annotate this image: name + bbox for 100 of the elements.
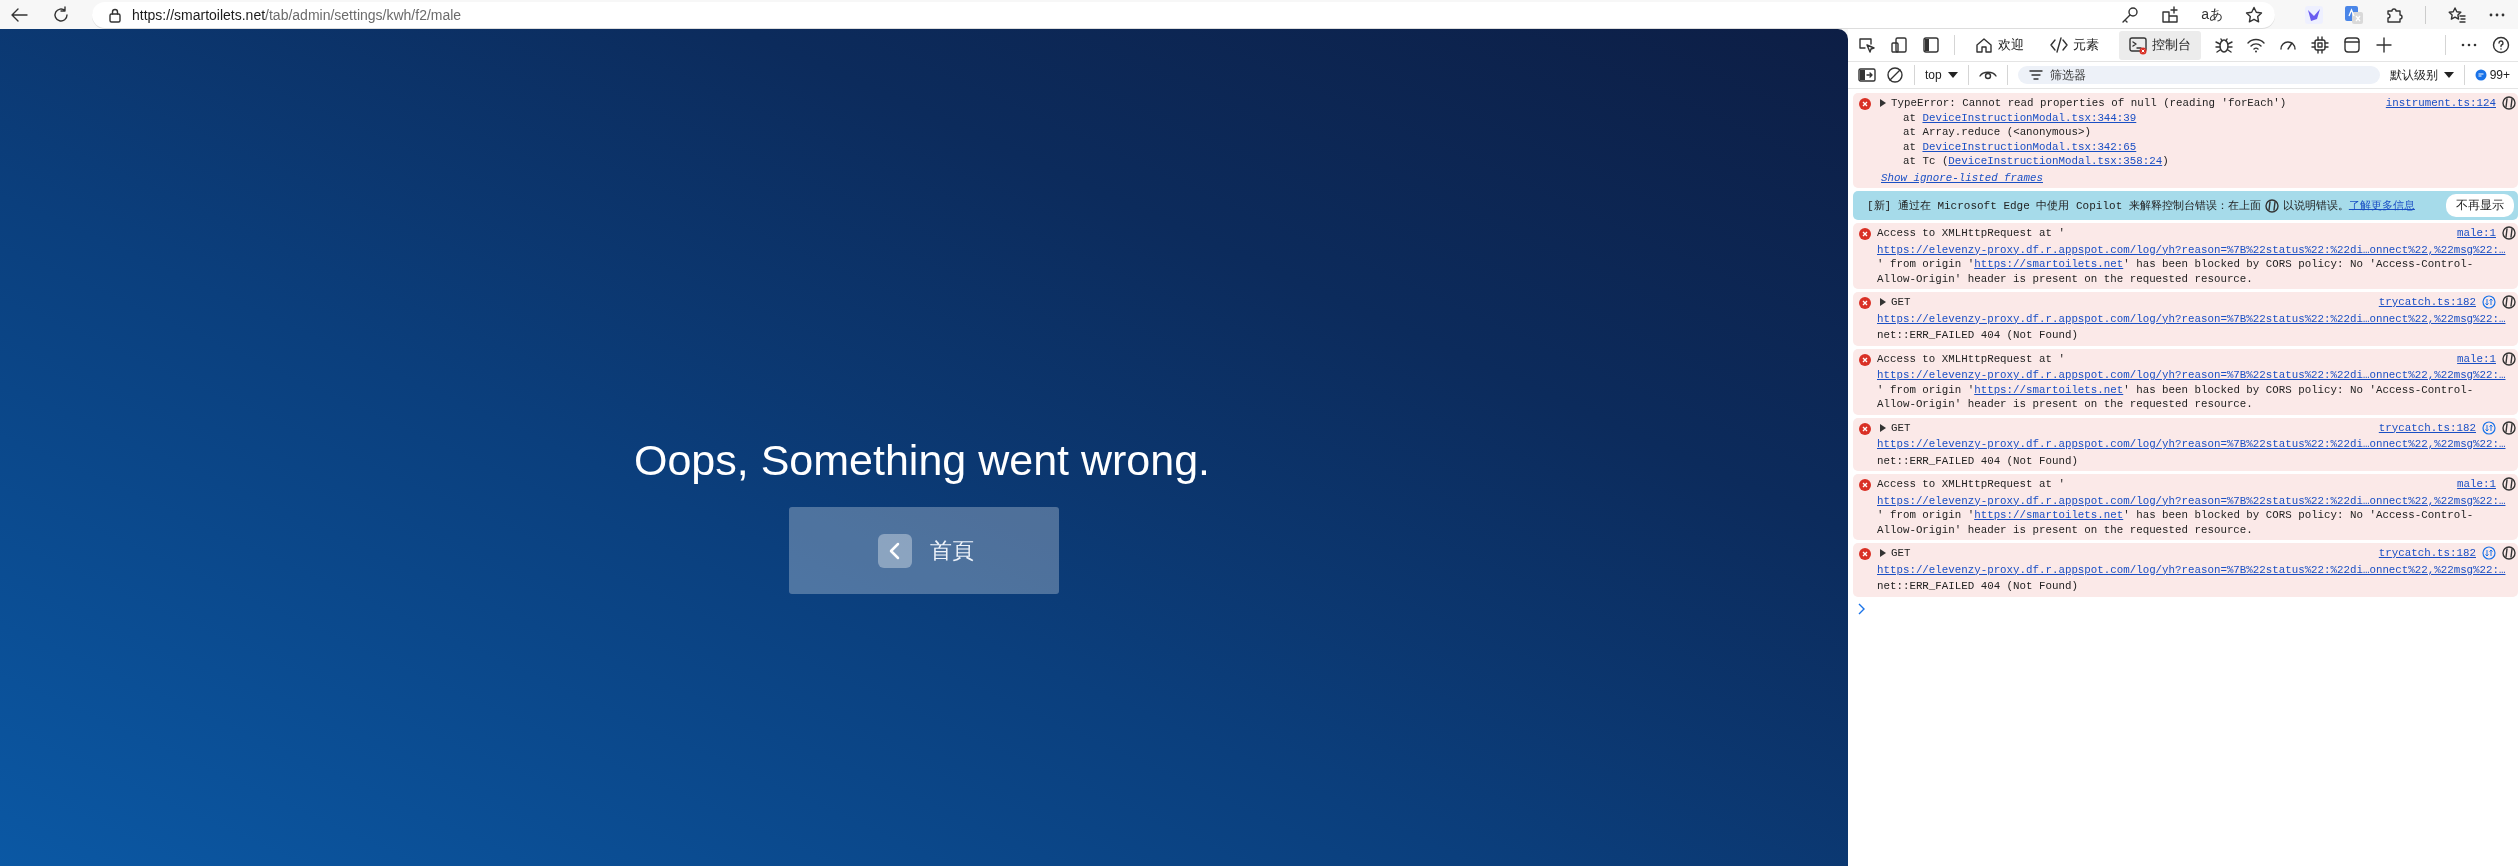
message-text: Access to XMLHttpRequest at ' [1877, 351, 2065, 366]
bug-icon[interactable] [2215, 36, 2233, 54]
file-link[interactable]: DeviceInstructionModal.tsx:344:39 [1922, 111, 2137, 124]
chip-icon[interactable] [2311, 36, 2329, 54]
address-bar[interactable]: https://smartoilets.net/tab/admin/settings/kwh/f2/male aあ [92, 1, 2275, 28]
key-icon[interactable] [2121, 5, 2140, 24]
source-link[interactable]: male:1 [2457, 477, 2496, 492]
device-icon[interactable] [1890, 36, 1908, 54]
message-text: Access to XMLHttpRequest at ' [1877, 477, 2065, 492]
sidebar-icon[interactable] [1858, 66, 1876, 84]
url-text: https://smartoilets.net/tab/admin/settings/kwh/f2/male [132, 6, 462, 23]
file-link[interactable]: DeviceInstructionModal.tsx:358:24 [1948, 155, 2163, 167]
lock-icon [108, 6, 122, 23]
origin-link[interactable]: https://smartoilets.net [1974, 258, 2124, 270]
code-icon [2050, 35, 2069, 55]
status-text: net::ERR_FAILED 404 (Not Found) [1877, 329, 2078, 341]
dismiss-button[interactable]: 不再显示 [2446, 194, 2514, 217]
expand-arrow-icon[interactable] [1879, 549, 1887, 558]
source-link[interactable]: male:1 [2457, 351, 2496, 366]
caret-icon [1947, 72, 1958, 78]
stack-frame: at Tc (DeviceInstructionModal.tsx:358:24) [1877, 154, 2518, 169]
help-icon[interactable] [2492, 36, 2510, 54]
source-link[interactable]: instrument.ts:124 [2385, 96, 2496, 111]
devtools-tab[interactable]: 欢迎 [1969, 30, 2030, 60]
source-link[interactable]: trycatch.ts:182 [2378, 420, 2476, 435]
file-link[interactable]: DeviceInstructionModal.tsx:342:65 [1922, 140, 2137, 153]
message-text: ' from origin 'https://smartoilets.net' has been blocked by CORS policy: No 'Access-Control-Allow-Origin' header is present on the requested resource. [1877, 382, 2475, 412]
ignore-listed-link[interactable]: Show ignore-listed frames [1881, 171, 2043, 184]
log-level-dropdown[interactable]: 默认级别 [2389, 66, 2454, 84]
devtools-tab[interactable]: 控制台 [2119, 30, 2201, 60]
copilot-icon[interactable] [2502, 546, 2516, 561]
error-icon [1859, 297, 1871, 309]
translate-icon[interactable] [2345, 5, 2363, 24]
network-icon[interactable] [2482, 420, 2496, 435]
context-dropdown[interactable]: top [1925, 68, 1958, 82]
refresh-icon[interactable] [52, 5, 70, 24]
url-link[interactable]: https://elevenzy-proxy.df.r.appspot.com/log/yh?reason=%7B%22status%22:%22di…onnect%22,%22msg%22:… [1877, 563, 2506, 576]
url-link[interactable]: https://elevenzy-proxy.df.r.appspot.com/log/yh?reason=%7B%22status%22:%22di…onnect%22,%22msg%22:… [1877, 312, 2506, 325]
window-icon[interactable] [2343, 36, 2361, 54]
caret-icon [2443, 72, 2454, 78]
stack-frame: at DeviceInstructionModal.tsx:342:65 [1877, 139, 2518, 154]
read-aloud-button[interactable]: aあ [2201, 5, 2223, 24]
prompt-icon[interactable] [1857, 602, 1866, 615]
filter-field[interactable]: 筛选器 [2017, 66, 2380, 84]
issues-button[interactable]: 99+ [2474, 68, 2510, 82]
network-icon[interactable] [2482, 546, 2496, 561]
learn-more-link[interactable]: 了解更多信息 [2348, 199, 2415, 211]
expand-arrow-icon[interactable] [1879, 99, 1887, 108]
clear-icon[interactable] [1886, 66, 1904, 84]
stack-frame: at Array.reduce (<anonymous>) [1877, 125, 2518, 140]
stack-frame: at DeviceInstructionModal.tsx:344:39 [1877, 110, 2518, 125]
wifi-icon[interactable] [2247, 36, 2265, 54]
devtools-tab[interactable]: 元素 [2044, 30, 2105, 60]
filter-icon [2027, 67, 2044, 83]
error-icon [1859, 228, 1871, 240]
status-text: net::ERR_FAILED 404 (Not Found) [1877, 454, 2078, 467]
copilot-icon[interactable] [2502, 351, 2516, 366]
url-link[interactable]: https://elevenzy-proxy.df.r.appspot.com/log/yh?reason=%7B%22status%22:%22di…onnect%22,%22msg%22:… [1877, 243, 2506, 256]
message-text: GET [1891, 295, 1911, 310]
copilot-icon[interactable] [2502, 420, 2516, 435]
console-icon [2129, 35, 2148, 55]
message-text: TypeError: Cannot read properties of null (reading 'forEach') [1891, 96, 2287, 111]
origin-link[interactable]: https://smartoilets.net [1974, 383, 2124, 396]
error-icon [1859, 98, 1871, 110]
puzzle-icon[interactable] [2385, 5, 2403, 24]
copilot-icon[interactable] [2502, 295, 2516, 310]
copilot-icon[interactable] [2502, 477, 2516, 492]
banner-text: [新] 通过在 Microsoft Edge 中使用 Copilot 来解释控制台错误：在上面 [1867, 199, 2261, 211]
url-link[interactable]: https://elevenzy-proxy.df.r.appspot.com/log/yh?reason=%7B%22status%22:%22di…onnect%22,%22msg%22:… [1877, 438, 2506, 450]
source-link[interactable]: trycatch.ts:182 [2378, 295, 2476, 310]
url-link[interactable]: https://elevenzy-proxy.df.r.appspot.com/log/yh?reason=%7B%22status%22:%22di…onnect%22,%22msg%22:… [1877, 494, 2506, 507]
star-icon[interactable] [2245, 5, 2263, 24]
source-link[interactable]: trycatch.ts:182 [2378, 546, 2476, 561]
add-app-icon[interactable] [2161, 5, 2180, 24]
copilot-icon[interactable] [2502, 226, 2516, 241]
error-icon [1859, 479, 1871, 491]
status-text: net::ERR_FAILED 404 (Not Found) [1877, 580, 2078, 592]
message-icon [2474, 69, 2487, 81]
error-icon [1859, 422, 1871, 435]
error-icon [1859, 353, 1871, 366]
banner-text: 以说明错误。 [2282, 199, 2349, 211]
source-link[interactable]: male:1 [2457, 226, 2496, 241]
url-link[interactable]: https://elevenzy-proxy.df.r.appspot.com/log/yh?reason=%7B%22status%22:%22di…onnect%22,%22msg%22:… [1877, 369, 2506, 381]
message-text: ' from origin 'https://smartoilets.net' has been blocked by CORS policy: No 'Access-Control-Allow-Origin' header is present on the requested resource. [1877, 257, 2475, 286]
inspect-icon[interactable] [1858, 36, 1876, 54]
message-text: GET [1891, 546, 1911, 561]
copilot-icon[interactable] [2264, 198, 2279, 213]
favorites-icon[interactable] [2448, 5, 2466, 24]
origin-link[interactable]: https://smartoilets.net [1974, 509, 2124, 521]
dock-icon[interactable] [1922, 36, 1940, 54]
message-text: GET [1891, 420, 1911, 435]
error-heading: Oops, Something went wrong. [634, 436, 1210, 485]
message-text: ' from origin 'https://smartoilets.net' has been blocked by CORS policy: No 'Access-Control-Allow-Origin' header is present on the requested resource. [1877, 508, 2475, 537]
home-button[interactable]: 首頁 [789, 507, 1059, 594]
network-icon[interactable] [2482, 295, 2496, 310]
message-text: Access to XMLHttpRequest at ' [1877, 226, 2065, 241]
copilot-icon[interactable] [2502, 96, 2516, 111]
plus-icon[interactable] [2375, 36, 2393, 54]
expand-arrow-icon[interactable] [1879, 423, 1887, 432]
expand-arrow-icon[interactable] [1879, 298, 1887, 307]
